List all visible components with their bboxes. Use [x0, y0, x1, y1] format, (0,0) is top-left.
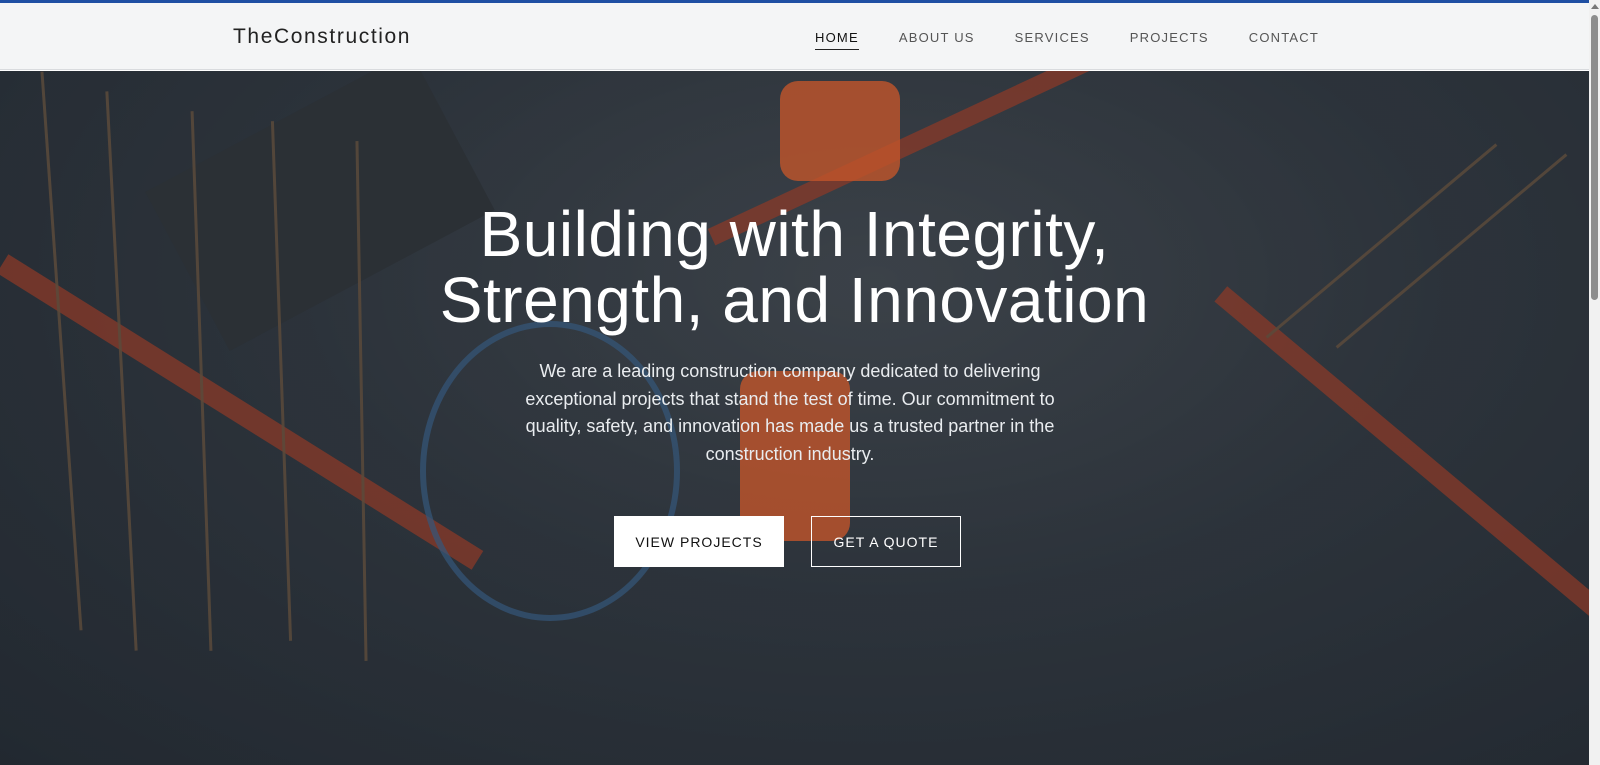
main-nav: HOME ABOUT US SERVICES PROJECTS CONTACT — [775, 30, 1319, 50]
view-projects-button[interactable]: VIEW PROJECTS — [614, 516, 784, 567]
hero-title-line-1: Building with Integrity, — [479, 198, 1110, 270]
brand-logo[interactable]: TheConstruction — [233, 25, 411, 49]
nav-projects[interactable]: PROJECTS — [1130, 30, 1209, 50]
nav-home[interactable]: HOME — [815, 30, 859, 50]
get-a-quote-button[interactable]: GET A QUOTE — [811, 516, 961, 567]
hero-title: Building with Integrity, Strength, and I… — [0, 201, 1589, 333]
page-scrollbar[interactable] — [1589, 0, 1600, 765]
hero-section: Building with Integrity, Strength, and I… — [0, 71, 1589, 765]
scrollbar-thumb[interactable] — [1591, 15, 1598, 300]
nav-about-us[interactable]: ABOUT US — [899, 30, 975, 50]
hero-subtitle: We are a leading construction company de… — [525, 361, 1055, 464]
hero-content: Building with Integrity, Strength, and I… — [0, 71, 1589, 765]
nav-contact[interactable]: CONTACT — [1249, 30, 1319, 50]
hero-title-line-2: Strength, and Innovation — [439, 264, 1150, 336]
scroll-up-icon[interactable] — [1591, 4, 1599, 9]
nav-services[interactable]: SERVICES — [1015, 30, 1090, 50]
navbar: TheConstruction HOME ABOUT US SERVICES P… — [0, 3, 1589, 70]
